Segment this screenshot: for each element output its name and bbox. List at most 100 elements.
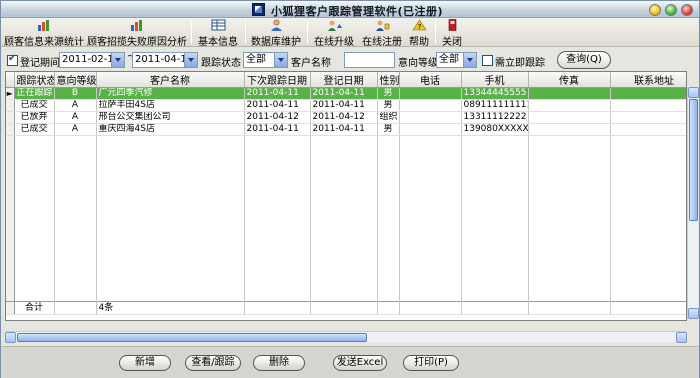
horizontal-scroll-thumb[interactable] — [17, 333, 367, 342]
cell-level[interactable]: B — [54, 87, 97, 100]
query-button[interactable]: 查询(Q) — [557, 51, 611, 69]
delete-button[interactable]: 删除 — [253, 355, 305, 371]
status-label: 跟踪状态 — [201, 58, 241, 69]
column-header[interactable]: 意向等级 — [54, 72, 97, 88]
cell-gender[interactable]: 男 — [377, 123, 400, 136]
cell-status[interactable]: 已放弃 — [14, 111, 55, 124]
cell-address[interactable] — [610, 123, 686, 136]
cell-address[interactable] — [610, 87, 686, 100]
cell-level[interactable]: A — [54, 111, 97, 124]
print-button[interactable]: 打印(P) — [403, 355, 459, 371]
cell-name[interactable]: 广元四季汽修 — [96, 87, 245, 100]
cell-gender[interactable]: 男 — [377, 87, 400, 100]
export-excel-button[interactable]: 发送Excel — [333, 355, 387, 371]
app-window: 小狐狸客户跟踪管理软件(已注册) 顾客信息来源统计 顾客招揽失败原因分析 基本信… — [0, 0, 700, 378]
cell-name[interactable]: 邢台公交集团公司 — [96, 111, 245, 124]
view-track-button[interactable]: 查看/跟踪 — [185, 355, 241, 371]
scroll-right-button[interactable] — [676, 332, 687, 343]
column-header[interactable]: 手机 — [461, 72, 529, 88]
chevron-down-icon[interactable] — [184, 53, 197, 67]
date-range-checkbox[interactable] — [7, 53, 18, 66]
close-window-button[interactable] — [681, 4, 693, 16]
toolbar-label: 基本信息 — [198, 37, 238, 48]
cell-phone[interactable] — [399, 111, 462, 124]
toolbar-source-stats-button[interactable]: 顾客信息来源统计 — [4, 19, 84, 48]
cell-mobile[interactable]: 13311112222 — [461, 111, 529, 124]
row-indicator — [6, 123, 15, 136]
help-icon: ? — [411, 19, 427, 31]
cell-status[interactable]: 已成交 — [14, 99, 55, 112]
action-bar: 新增 查看/跟踪 删除 发送Excel 打印(P) — [1, 346, 699, 378]
cell-next-date[interactable]: 2011-04-11 — [244, 87, 311, 100]
toolbar-failure-analysis-button[interactable]: 顾客招揽失败原因分析 — [87, 19, 187, 48]
cell-phone[interactable] — [399, 123, 462, 136]
cell-reg-date[interactable]: 2011-04-11 — [310, 87, 378, 100]
scroll-down-button[interactable] — [688, 308, 699, 319]
column-header[interactable]: 性别 — [377, 72, 400, 88]
toolbar-separator — [307, 21, 308, 44]
chevron-down-icon[interactable] — [463, 53, 476, 67]
cell-name[interactable]: 重庆四海4S店 — [96, 123, 245, 136]
date-from-picker[interactable]: 2011-02-10 — [59, 52, 125, 68]
scroll-left-button[interactable] — [5, 332, 16, 343]
toolbar-basic-info-button[interactable]: 基本信息 — [195, 19, 241, 48]
cell-status[interactable]: 已成交 — [14, 123, 55, 136]
cell-reg-date[interactable]: 2011-04-11 — [310, 99, 378, 112]
date-to-picker[interactable]: 2011-04-11 — [132, 52, 198, 68]
cell-mobile[interactable]: 139080XXXXX — [461, 123, 529, 136]
toolbar-db-maintenance-button[interactable]: 数据库维护 — [249, 19, 303, 48]
immediate-followup-label: 需立即跟踪 — [495, 58, 545, 69]
cell-phone[interactable] — [399, 87, 462, 100]
column-header[interactable]: 客户名称 — [96, 72, 245, 88]
empty-grid-area — [6, 135, 686, 302]
cell-next-date[interactable]: 2011-04-12 — [244, 111, 311, 124]
chevron-down-icon[interactable] — [274, 53, 287, 67]
toolbar-help-button[interactable]: ? 帮助 — [406, 19, 432, 48]
immediate-followup-checkbox[interactable] — [482, 55, 493, 66]
table-row[interactable]: ► 正在跟踪 B 广元四季汽修 2011-04-11 2011-04-11 男 … — [6, 87, 686, 100]
maximize-button[interactable] — [665, 4, 677, 16]
status-select[interactable]: 全部 — [243, 52, 288, 68]
customer-name-input[interactable] — [344, 52, 395, 68]
intent-level-select[interactable]: 全部 — [436, 52, 477, 68]
cell-address[interactable] — [610, 99, 686, 112]
add-button[interactable]: 新增 — [119, 355, 171, 371]
cell-gender[interactable]: 男 — [377, 99, 400, 112]
cell-fax[interactable] — [528, 87, 611, 100]
toolbar-close-button[interactable]: 关闭 — [439, 19, 465, 48]
column-header[interactable]: 传真 — [528, 72, 611, 88]
column-header[interactable]: 联系地址 — [610, 72, 686, 88]
chevron-down-icon[interactable] — [111, 53, 124, 67]
cell-address[interactable] — [610, 111, 686, 124]
cell-reg-date[interactable]: 2011-04-12 — [310, 111, 378, 124]
cell-mobile[interactable]: 13344445555 — [461, 87, 529, 100]
table-row[interactable]: 已放弃 A 邢台公交集团公司 2011-04-12 2011-04-12 组织 … — [6, 111, 686, 124]
cell-level[interactable]: A — [54, 99, 97, 112]
cell-next-date[interactable]: 2011-04-11 — [244, 99, 311, 112]
horizontal-scrollbar[interactable] — [5, 331, 687, 343]
cell-fax[interactable] — [528, 111, 611, 124]
cell-name[interactable]: 拉萨丰田4S店 — [96, 99, 245, 112]
minimize-button[interactable] — [649, 4, 661, 16]
vertical-scrollbar[interactable] — [687, 87, 699, 319]
scroll-thumb[interactable] — [689, 99, 698, 221]
toolbar: 顾客信息来源统计 顾客招揽失败原因分析 基本信息 数据库维护 在线升级 在线注册… — [1, 18, 699, 48]
column-header[interactable]: 电话 — [399, 72, 462, 88]
column-header[interactable]: 下次跟踪日期 — [244, 72, 311, 88]
toolbar-online-upgrade-button[interactable]: 在线升级 — [311, 19, 357, 48]
column-header[interactable]: 登记日期 — [310, 72, 378, 88]
cell-next-date[interactable]: 2011-04-11 — [244, 123, 311, 136]
cell-level[interactable]: A — [54, 123, 97, 136]
table-row[interactable]: 已成交 A 重庆四海4S店 2011-04-11 2011-04-11 男 13… — [6, 123, 686, 136]
toolbar-online-register-button[interactable]: 在线注册 — [359, 19, 405, 48]
cell-gender[interactable]: 组织 — [377, 111, 400, 124]
cell-fax[interactable] — [528, 99, 611, 112]
column-header[interactable]: 跟踪状态 — [14, 72, 55, 88]
cell-reg-date[interactable]: 2011-04-11 — [310, 123, 378, 136]
cell-mobile[interactable]: 089111111111 — [461, 99, 529, 112]
scroll-up-button[interactable] — [688, 87, 699, 98]
cell-status[interactable]: 正在跟踪 — [14, 87, 55, 100]
cell-phone[interactable] — [399, 99, 462, 112]
cell-fax[interactable] — [528, 123, 611, 136]
table-row[interactable]: 已成交 A 拉萨丰田4S店 2011-04-11 2011-04-11 男 08… — [6, 99, 686, 112]
